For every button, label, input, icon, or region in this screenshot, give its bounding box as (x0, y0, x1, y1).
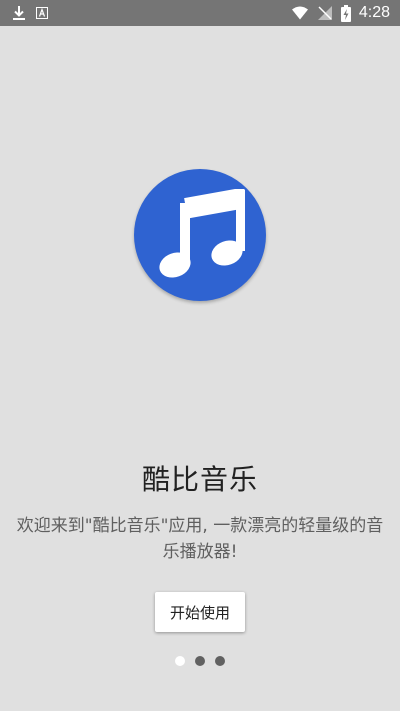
page-indicator (0, 656, 400, 666)
status-bar-left (12, 5, 58, 21)
start-button[interactable]: 开始使用 (155, 592, 245, 632)
music-note-icon (155, 189, 245, 281)
app-title: 酷比音乐 (141, 463, 258, 496)
status-bar: 4:28 (0, 0, 400, 26)
no-signal-icon (317, 5, 333, 21)
a-badge-icon (36, 7, 48, 19)
page-dot-1[interactable] (175, 656, 185, 666)
battery-charging-icon (340, 4, 351, 22)
clock-time: 4:28 (358, 4, 390, 21)
app-logo (134, 169, 266, 301)
wifi-icon (291, 6, 309, 20)
app-description: 欢迎来到"酷比音乐"应用, 一款漂亮的轻量级的音乐播放器! (16, 516, 384, 562)
status-bar-right: 4:28 (283, 4, 390, 22)
download-icon (12, 5, 26, 21)
page-dot-3[interactable] (215, 656, 225, 666)
page-dot-2[interactable] (195, 656, 205, 666)
